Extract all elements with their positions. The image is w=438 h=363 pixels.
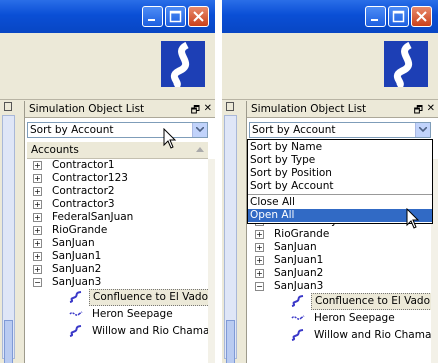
reach-icon (69, 291, 82, 303)
pin-icon[interactable] (4, 102, 12, 111)
collapse-icon[interactable]: − (255, 282, 264, 291)
accounts-header-label: Accounts (31, 144, 79, 156)
panel-title: Simulation Object List (29, 103, 145, 115)
reach-icon (291, 295, 304, 307)
tree-item[interactable]: + SanJuan (27, 237, 208, 250)
maximize-button[interactable] (388, 6, 409, 27)
pane-divider (215, 0, 222, 363)
menu-item-sort-by-type[interactable]: Sort by Type (248, 154, 432, 167)
close-icon[interactable]: ✕ (204, 103, 212, 114)
tree-child-item[interactable]: Heron Seepage (249, 310, 431, 327)
mouse-cursor-icon (163, 128, 177, 149)
expand-icon[interactable]: + (33, 174, 42, 183)
simulation-object-list-panel: Simulation Object List 🗗 ✕ Sort by Accou… (246, 101, 438, 363)
expand-icon[interactable]: + (33, 239, 42, 248)
reach-icon (69, 325, 82, 337)
expand-icon[interactable]: + (255, 230, 264, 239)
tree-child-item[interactable]: Willow and Rio Chama (27, 323, 209, 340)
expand-icon[interactable]: + (33, 200, 42, 209)
left-window: Simulation Object List 🗗 ✕ Sort by Accou… (0, 0, 215, 363)
chevron-down-icon[interactable] (415, 123, 430, 137)
sort-combo[interactable]: Sort by Account (249, 122, 431, 138)
tree-item[interactable]: − SanJuan3 (27, 276, 208, 289)
app-logo-icon (384, 41, 428, 91)
right-window: Simulation Object List 🗗 ✕ Sort by Accou… (222, 0, 438, 363)
account-tree: + Contractor1 + Contractor123 + Contractor2… (27, 159, 213, 363)
account-tree: +FederalSanJuan +RioGrande +SanJuan +San… (249, 215, 435, 363)
expand-icon[interactable]: + (33, 226, 42, 235)
tree-item[interactable]: + Contractor3 (27, 198, 208, 211)
expand-icon[interactable]: + (33, 252, 42, 261)
menu-item-sort-by-position[interactable]: Sort by Position (248, 167, 432, 180)
simulation-object-list-panel: Simulation Object List 🗗 ✕ Sort by Accou… (24, 101, 215, 363)
tree-item[interactable]: + RioGrande (27, 224, 208, 237)
tree-item[interactable]: +FederalSanJuan (27, 211, 208, 224)
sort-combo[interactable]: Sort by Account (27, 122, 208, 138)
tree-child-item[interactable]: Confluence to El Vado (27, 289, 213, 306)
tree-item[interactable]: + SanJuan1 (249, 254, 431, 267)
panel-title: Simulation Object List (251, 103, 367, 115)
expand-icon[interactable]: + (255, 269, 264, 278)
side-scrollbar[interactable] (222, 101, 240, 363)
tree-item[interactable]: + SanJuan2 (27, 263, 208, 276)
seepage-icon (291, 315, 305, 320)
close-button[interactable] (411, 6, 432, 27)
title-bar (0, 0, 215, 33)
app-logo-icon (161, 41, 205, 91)
tree-child-item[interactable]: Willow and Rio Chama (249, 327, 431, 344)
tree-child-item[interactable]: Confluence to El Vado (249, 293, 435, 310)
expand-icon[interactable]: + (33, 161, 42, 170)
menu-separator (248, 194, 432, 195)
maximize-button[interactable] (165, 6, 186, 27)
sort-arrow-icon (196, 147, 204, 152)
close-icon[interactable]: ✕ (427, 103, 435, 114)
reach-icon (291, 329, 304, 341)
tree-item[interactable]: + SanJuan1 (27, 250, 208, 263)
float-icon[interactable]: 🗗 (191, 103, 200, 120)
seepage-icon (69, 311, 83, 316)
tree-item[interactable]: + SanJuan2 (249, 267, 431, 280)
title-bar (222, 0, 438, 33)
side-scrollbar[interactable] (0, 101, 18, 363)
menu-item-sort-by-name[interactable]: Sort by Name (248, 141, 432, 154)
float-icon[interactable]: 🗗 (414, 103, 423, 120)
sort-combo-value: Sort by Account (252, 124, 336, 136)
pin-icon[interactable] (226, 102, 234, 111)
sort-combo-value: Sort by Account (30, 124, 114, 136)
tree-item[interactable]: − SanJuan3 (249, 280, 431, 293)
accounts-column-header[interactable]: Accounts (27, 142, 208, 159)
close-button[interactable] (188, 6, 209, 27)
minimize-button[interactable] (365, 6, 386, 27)
panel-header: Simulation Object List 🗗 ✕ (247, 101, 438, 118)
minimize-button[interactable] (142, 6, 163, 27)
expand-icon[interactable]: + (255, 256, 264, 265)
expand-icon[interactable]: + (255, 243, 264, 252)
tree-item[interactable]: + RioGrande (249, 228, 431, 241)
tree-child-item[interactable]: Heron Seepage (27, 306, 208, 323)
tree-scrollbar[interactable] (208, 159, 215, 363)
panel-header: Simulation Object List 🗗 ✕ (25, 101, 215, 118)
tree-item[interactable]: + Contractor2 (27, 185, 208, 198)
tree-item[interactable]: + Contractor123 (27, 172, 208, 185)
menu-item-open-all[interactable]: Open All (248, 209, 432, 222)
expand-icon[interactable]: + (33, 265, 42, 274)
toolbar-area (222, 33, 438, 100)
tree-item[interactable]: + SanJuan (249, 241, 431, 254)
tree-item[interactable]: + Contractor1 (27, 159, 208, 172)
chevron-down-icon[interactable] (192, 123, 207, 137)
menu-item-close-all[interactable]: Close All (248, 196, 432, 209)
toolbar-area (0, 33, 215, 100)
menu-item-sort-by-account[interactable]: Sort by Account (248, 180, 432, 193)
expand-icon[interactable]: + (33, 213, 42, 222)
mouse-cursor-icon (406, 208, 420, 229)
expand-icon[interactable]: + (33, 187, 42, 196)
collapse-icon[interactable]: − (33, 278, 42, 287)
